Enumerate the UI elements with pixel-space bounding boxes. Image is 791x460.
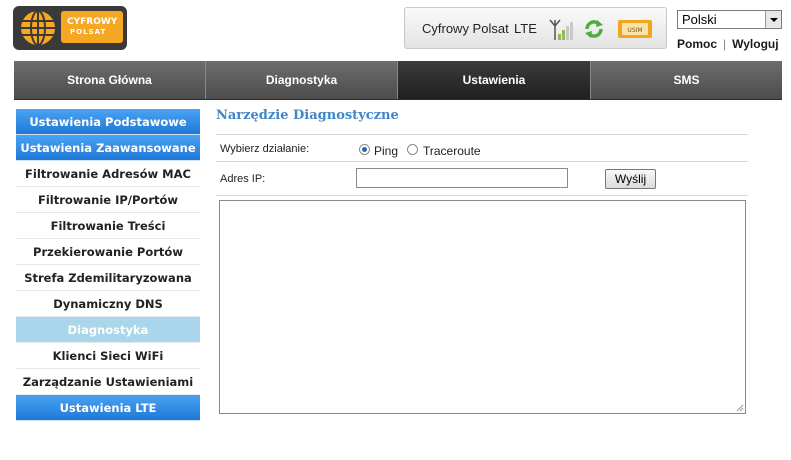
tab-sms[interactable]: SMS	[591, 61, 782, 99]
logo-line2: POLSAT	[70, 28, 107, 36]
refresh-icon	[585, 20, 603, 38]
sidebar-item-basic-settings[interactable]: Ustawienia Podstawowe	[16, 109, 200, 135]
sidebar-item-lte-settings[interactable]: Ustawienia LTE	[16, 395, 200, 421]
language-value: Polski	[682, 12, 717, 27]
operator-name: Cyfrowy Polsat	[422, 21, 509, 36]
usim-card-icon: USIM	[618, 20, 652, 38]
ip-address-input[interactable]	[356, 168, 568, 188]
send-button[interactable]: Wyślij	[605, 169, 656, 189]
cyfrowy-polsat-logo: CYFROWY POLSAT	[13, 6, 127, 50]
ip-label: Adres IP:	[220, 173, 266, 185]
tab-diagnostics[interactable]: Diagnostyka	[206, 61, 398, 99]
action-label: Wybierz działanie:	[220, 143, 310, 155]
sidebar-item-settings-management[interactable]: Zarządzanie Ustawieniami	[16, 369, 200, 395]
sidebar-item-mac-filter[interactable]: Filtrowanie Adresów MAC	[16, 161, 200, 187]
sidebar-item-ddns[interactable]: Dynamiczny DNS	[16, 291, 200, 317]
network-type: LTE	[514, 21, 537, 36]
divider	[216, 195, 748, 196]
sidebar-item-diagnostics[interactable]: Diagnostyka	[16, 317, 200, 343]
tab-settings[interactable]: Ustawienia	[398, 61, 591, 99]
logout-link[interactable]: Wyloguj	[732, 37, 778, 51]
sidebar-item-dmz[interactable]: Strefa Zdemilitaryzowana	[16, 265, 200, 291]
resize-grip-icon[interactable]	[736, 404, 744, 412]
sidebar-item-advanced-settings[interactable]: Ustawienia Zaawansowane	[16, 135, 200, 161]
logo-line1: CYFROWY	[67, 17, 118, 27]
sidebar-item-wifi-clients[interactable]: Klienci Sieci WiFi	[16, 343, 200, 369]
tab-home[interactable]: Strona Główna	[14, 61, 206, 99]
sidebar: Ustawienia Podstawowe Ustawienia Zaawans…	[16, 109, 200, 421]
help-link[interactable]: Pomoc	[677, 37, 717, 51]
signal-antenna-icon	[549, 19, 573, 40]
ping-radio[interactable]	[359, 144, 370, 155]
status-panel: Cyfrowy Polsat LTE USIM	[404, 7, 667, 49]
sidebar-item-ip-port-filter[interactable]: Filtrowanie IP/Portów	[16, 187, 200, 213]
divider	[216, 161, 748, 162]
page-title: Narzędzie Diagnostyczne	[216, 108, 399, 123]
ping-label[interactable]: Ping	[374, 144, 398, 158]
diagnostic-output-textarea[interactable]	[219, 200, 746, 414]
language-select[interactable]: Polski	[677, 10, 782, 29]
logo-text: CYFROWY POLSAT	[61, 11, 123, 43]
chevron-down-icon[interactable]	[765, 11, 781, 28]
traceroute-label[interactable]: Traceroute	[423, 144, 481, 158]
globe-icon	[21, 10, 55, 46]
link-separator: |	[723, 37, 727, 51]
usim-label: USIM	[627, 27, 642, 34]
sidebar-item-port-forwarding[interactable]: Przekierowanie Portów	[16, 239, 200, 265]
traceroute-radio[interactable]	[407, 144, 418, 155]
sidebar-item-content-filter[interactable]: Filtrowanie Treści	[16, 213, 200, 239]
divider	[216, 134, 748, 135]
main-nav: Strona Główna Diagnostyka Ustawienia SMS	[14, 61, 782, 100]
top-links: Pomoc | Wyloguj	[677, 37, 779, 51]
